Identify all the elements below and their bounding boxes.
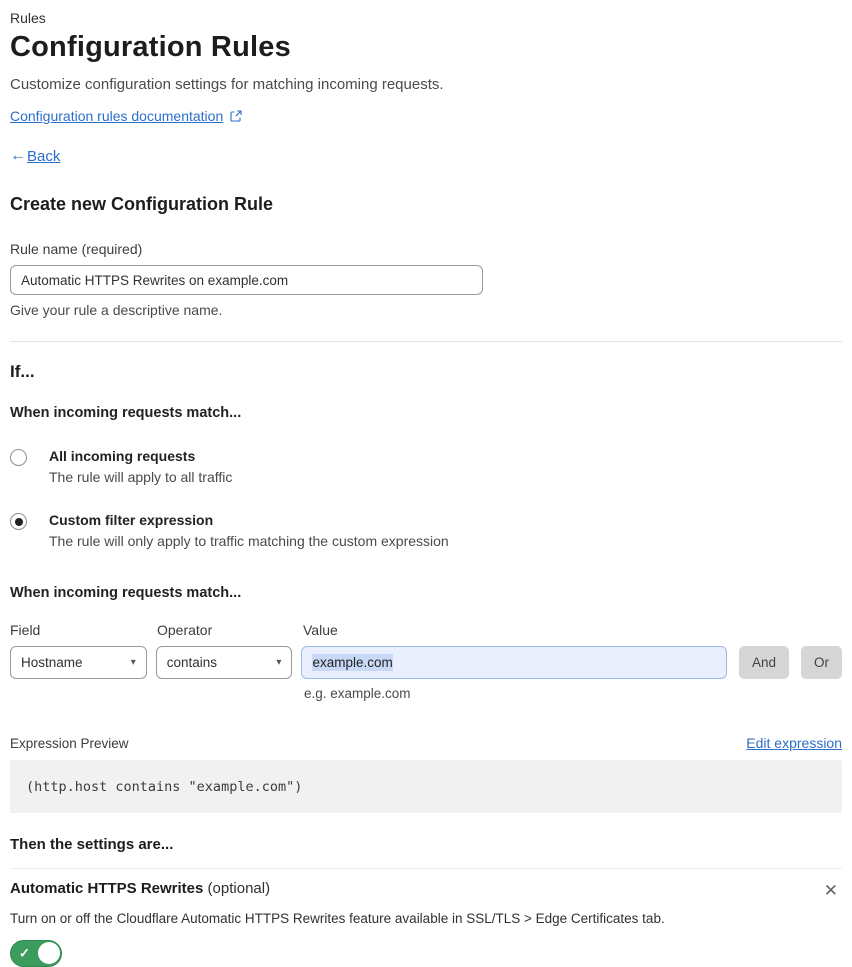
value-column-label: Value [303, 622, 338, 638]
radio-option-all-requests[interactable]: All incoming requests The rule will appl… [10, 448, 842, 485]
expression-preview-code: (http.host contains "example.com") [10, 760, 842, 813]
value-input-text: example.com [312, 654, 393, 671]
check-icon: ✓ [19, 945, 30, 961]
field-column-label: Field [10, 622, 41, 638]
external-link-icon [230, 110, 242, 122]
value-hint: e.g. example.com [304, 686, 411, 701]
chevron-down-icon: ▾ [130, 657, 136, 668]
rule-name-label: Rule name (required) [10, 241, 143, 257]
operator-select[interactable]: contains ▾ [155, 646, 293, 679]
rule-name-input[interactable] [10, 265, 483, 295]
setting-title-name: Automatic HTTPS Rewrites [10, 880, 204, 897]
rule-name-help: Give your rule a descriptive name. [10, 302, 223, 318]
configuration-rules-page: Rules Configuration Rules Customize conf… [0, 0, 852, 967]
then-settings-heading: Then the settings are... [10, 836, 174, 853]
if-section-title: If... [10, 362, 35, 381]
radio-custom-expression-label: Custom filter expression [49, 512, 214, 528]
radio-all-requests-description: The rule will apply to all traffic [49, 469, 233, 485]
radio-all-requests-label: All incoming requests [49, 448, 196, 464]
page-subtitle: Customize configuration settings for mat… [10, 76, 444, 93]
setting-description: Turn on or off the Cloudflare Automatic … [10, 911, 665, 926]
page-title: Configuration Rules [10, 31, 291, 63]
operator-column-label: Operator [157, 622, 213, 638]
value-input[interactable]: example.com [301, 646, 727, 679]
setting-title: Automatic HTTPS Rewrites (optional) [10, 880, 270, 897]
toggle-knob [38, 942, 60, 964]
automatic-https-rewrites-toggle[interactable]: ✓ [10, 940, 62, 967]
radio-unchecked-icon[interactable] [10, 449, 27, 466]
match-type-label: When incoming requests match... [10, 405, 242, 421]
create-rule-title: Create new Configuration Rule [10, 194, 274, 214]
section-divider [10, 341, 842, 342]
operator-select-value: contains [166, 655, 218, 670]
setting-divider [10, 868, 842, 869]
chevron-down-icon: ▾ [276, 657, 282, 668]
expression-preview-label: Expression Preview [10, 736, 129, 751]
setting-title-optional: (optional) [203, 880, 271, 897]
back-arrow-icon: ← [10, 147, 26, 164]
close-icon[interactable]: ✕ [820, 880, 842, 901]
expression-builder-heading: When incoming requests match... [10, 585, 242, 601]
documentation-link[interactable]: Configuration rules documentation [10, 108, 223, 124]
field-select[interactable]: Hostname ▾ [10, 646, 147, 679]
and-button[interactable]: And [738, 646, 789, 679]
back-link-label: Back [27, 147, 61, 165]
field-select-value: Hostname [21, 655, 83, 670]
radio-checked-icon[interactable] [10, 513, 27, 530]
back-link[interactable]: ← Back [10, 147, 842, 165]
breadcrumb[interactable]: Rules [10, 10, 842, 26]
radio-custom-expression-description: The rule will only apply to traffic matc… [49, 533, 449, 549]
or-button[interactable]: Or [800, 646, 842, 679]
radio-option-custom-expression[interactable]: Custom filter expression The rule will o… [10, 512, 842, 549]
edit-expression-link[interactable]: Edit expression [746, 735, 842, 751]
